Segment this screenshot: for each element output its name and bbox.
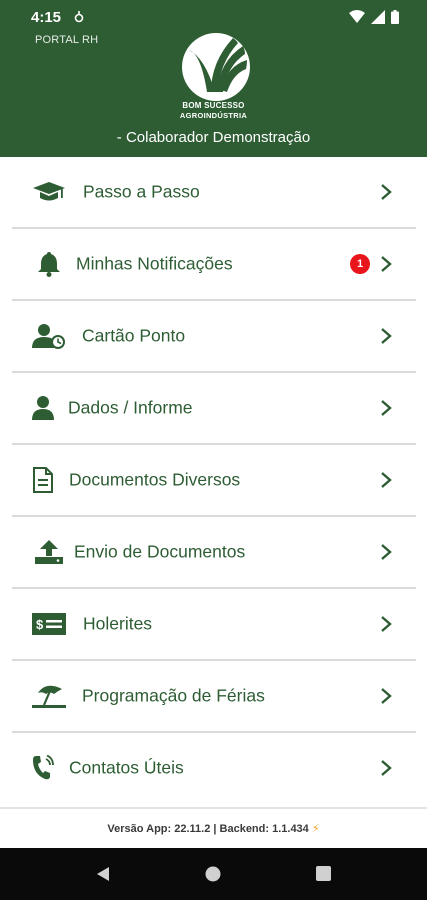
chevron-right-icon [381,760,392,776]
menu-label: Contatos Úteis [69,757,184,778]
menu-item-envio-de-documentos[interactable]: Envio de Documentos [12,517,416,589]
menu-item-minhas-notificacoes[interactable]: Minhas Notificações 1 [12,229,416,301]
data-saver-icon [74,11,84,23]
app-header: 4:15 PORTAL RH BOM SUCESSO AGROINDÚSTRIA… [0,0,427,157]
version-text: Versão App: 22.11.2 | Backend: 1.1.434 [107,823,309,835]
system-nav-bar [0,848,427,900]
wifi-icon [349,10,365,23]
chevron-right-icon [381,472,392,488]
upload-icon [32,538,66,566]
money-check-icon: $ [32,610,66,638]
menu-item-dados-informe[interactable]: Dados / Informe [12,373,416,445]
umbrella-beach-icon [32,682,66,710]
footer-divider [0,807,427,809]
menu-label: Envio de Documentos [74,541,246,562]
status-bar: 4:15 [0,0,427,36]
chevron-right-icon [381,256,392,272]
back-icon[interactable] [96,866,110,882]
user-name: - Colaborador Demonstração [116,129,311,146]
bolt-icon: ⚡ [311,823,320,835]
chevron-right-icon [381,184,392,200]
chevron-right-icon [381,688,392,704]
menu-item-programacao-de-ferias[interactable]: Programação de Férias [12,661,416,733]
chevron-right-icon [381,400,392,416]
version-info: Versão App: 22.11.2 | Backend: 1.1.434 ⚡ [0,822,427,835]
battery-icon [391,10,399,24]
svg-text:$: $ [36,617,44,632]
logo-text-line1: BOM SUCESSO [182,101,245,110]
notification-badge: 1 [350,254,370,274]
recents-icon[interactable] [316,866,331,881]
chevron-right-icon [381,544,392,560]
company-logo [182,33,250,101]
menu-label: Minhas Notificações [76,253,233,274]
app-title: PORTAL RH [35,34,99,46]
status-time: 4:15 [31,9,62,26]
menu-label: Programação de Férias [82,685,265,706]
menu-item-documentos-diversos[interactable]: Documentos Diversos [12,445,416,517]
signal-icon [371,10,385,24]
chevron-right-icon [381,616,392,632]
menu-item-cartao-ponto[interactable]: Cartão Ponto [12,301,416,373]
bell-icon [32,250,66,278]
chevron-right-icon [381,328,392,344]
menu-label: Documentos Diversos [69,469,241,490]
menu-label: Dados / Informe [68,397,193,418]
menu-label: Passo a Passo [83,181,200,202]
menu-item-passo-a-passo[interactable]: Passo a Passo [12,157,416,229]
graduation-cap-icon [32,178,66,206]
main-menu: Passo a Passo Minhas Notificações 1 Cart… [12,157,416,803]
user-icon [26,394,60,422]
menu-label: Holerites [83,613,153,634]
phone-icon [26,754,60,782]
menu-item-holerites[interactable]: $ Holerites [12,589,416,661]
document-icon [26,466,60,494]
menu-label: Cartão Ponto [82,325,186,346]
menu-item-contatos-uteis[interactable]: Contatos Úteis [12,733,416,803]
home-icon[interactable] [205,866,221,882]
user-clock-icon [32,322,66,350]
logo-text-line2: AGROINDÚSTRIA [179,111,248,120]
